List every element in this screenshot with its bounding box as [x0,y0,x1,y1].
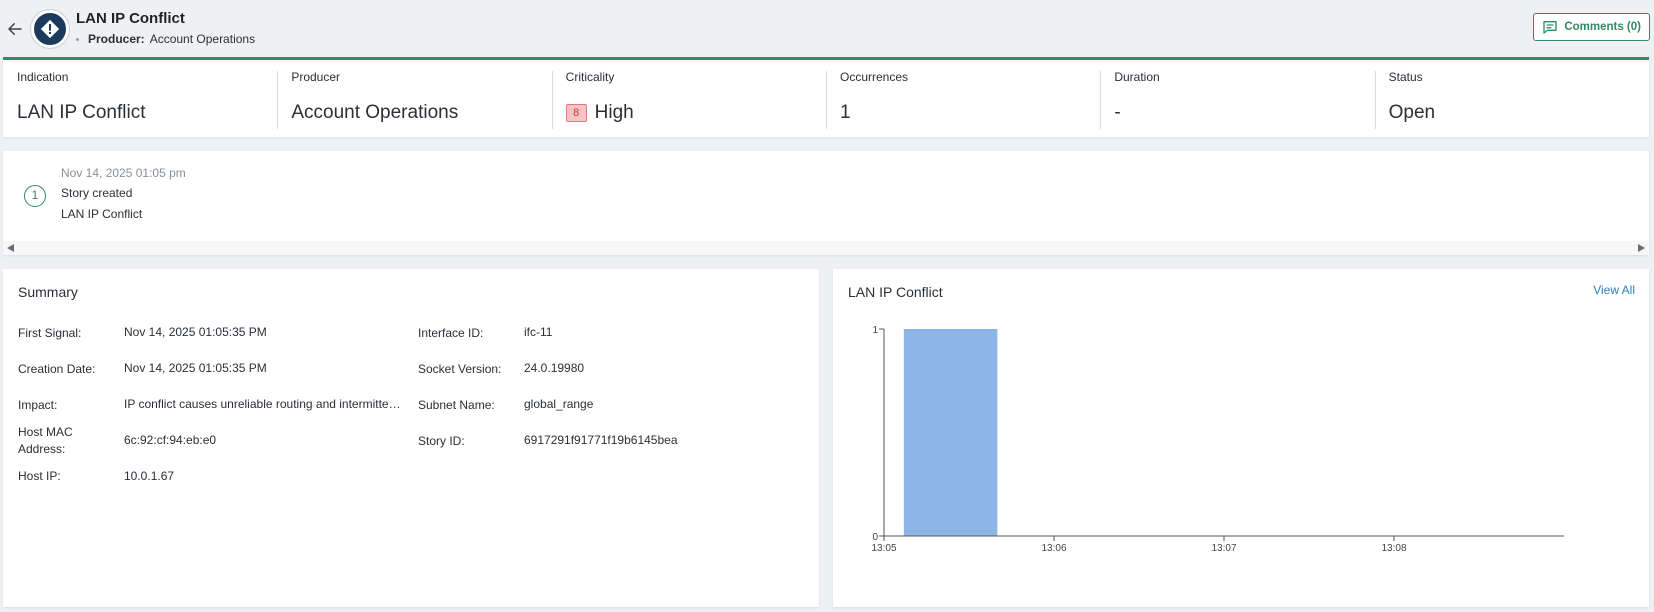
scroll-right-icon[interactable] [1638,244,1645,252]
back-arrow-icon[interactable] [6,20,26,40]
metric-value: Open [1389,102,1635,124]
horizontal-scrollbar[interactable] [3,241,1649,255]
host-ip-value: 10.0.1.67 [124,469,175,483]
metric-label: Status [1388,70,1423,84]
first-signal-value: Nov 14, 2025 01:05:35 PM [124,325,267,339]
story-timeline[interactable]: Nov 14, 2025 01:05 pm 1 Story created LA… [3,151,1649,255]
story-id-value: 6917291f91771f19b6145bea [524,433,678,447]
interface-id-value: ifc-11 [524,325,553,339]
metric-value: LAN IP Conflict [17,102,263,124]
occurrences-value: 1 [839,102,851,123]
view-all-link[interactable]: View All [1593,283,1635,297]
producer-metric-value: Account Operations [291,102,459,123]
x-tick-label: 13:06 [1041,543,1066,554]
metrics-strip: Indication LAN IP Conflict Producer Acco… [3,57,1649,137]
alert-icon [31,10,69,48]
duration-value: - [1114,102,1121,123]
scroll-left-icon[interactable] [7,244,14,252]
story-id-label: Story ID: [418,434,465,448]
producer-line: Producer: Account Operations [76,32,255,46]
subnet-name-value: global_range [524,397,594,411]
metric-duration: Duration - [1100,60,1374,137]
summary-title: Summary [18,284,78,300]
criticality-badge: 8 [565,104,587,122]
comment-icon [1543,21,1557,34]
comments-label: Comments (0) [1564,21,1641,33]
y-tick-label: 1 [872,325,878,336]
metric-value: - [1114,102,1360,124]
timeline-date: Nov 14, 2025 01:05 pm [61,166,186,180]
y-tick-label: 0 [872,532,878,543]
host-mac-value: 6c:92:cf:94:eb:e0 [124,433,217,447]
host-mac-label: Host MAC Address: [18,425,73,456]
producer-value: Account Operations [149,32,256,46]
metric-value: 8 High [565,102,812,124]
first-signal-label: First Signal: [18,326,82,340]
occurrence-chart: 0 1 13:05 13:06 13:07 13:08 [871,325,1564,554]
metric-criticality: Criticality 8 High [551,60,826,137]
subnet-name-label: Subnet Name: [418,398,495,412]
status-value: Open [1388,102,1436,123]
indication-value: LAN IP Conflict [17,102,146,123]
metric-label: Occurrences [839,70,909,84]
metric-indication: Indication LAN IP Conflict [3,60,277,137]
metric-occurrences: Occurrences 1 [825,60,1100,137]
comments-button[interactable]: Comments (0) [1533,13,1650,41]
impact-value: IP conflict causes unreliable routing an… [124,397,406,411]
metric-value: Account Operations [291,102,537,124]
x-tick-label: 13:07 [1211,543,1236,554]
metric-label: Indication [17,70,69,84]
x-tick-label: 13:05 [871,543,896,554]
summary-panel: Summary First Signal: Nov 14, 2025 01:05… [3,269,819,607]
socket-version-label: Socket Version: [418,362,502,376]
creation-date-value: Nov 14, 2025 01:05:35 PM [124,361,267,375]
page-title: LAN IP Conflict [76,10,185,27]
metric-value: 1 [840,102,1086,124]
host-ip-label: Host IP: [18,469,61,483]
timeline-step-marker[interactable]: 1 [24,185,46,207]
bullet-icon [76,37,79,41]
chart-bar [903,329,998,536]
interface-id-label: Interface ID: [418,326,484,340]
chart-panel: 0 1 13:05 13:06 13:07 13:08 LAN IP Conflict V… [833,269,1649,607]
page-header: LAN IP Conflict Producer: Account Operat… [0,0,1654,56]
timeline-description: LAN IP Conflict [61,207,143,221]
metric-label: Criticality [565,70,615,84]
metric-producer: Producer Account Operations [277,60,551,137]
producer-label: Producer: [88,32,145,46]
creation-date-label: Creation Date: [18,362,96,376]
impact-label: Impact: [18,398,58,412]
timeline-event: Story created [61,186,133,200]
metric-status: Status Open [1374,60,1649,137]
x-tick-label: 13:08 [1381,543,1406,554]
socket-version-value: 24.0.19980 [524,361,585,375]
criticality-value: High [594,102,634,123]
metric-label: Duration [1114,70,1160,84]
chart-title: LAN IP Conflict [848,284,943,300]
metric-label: Producer [291,70,341,84]
